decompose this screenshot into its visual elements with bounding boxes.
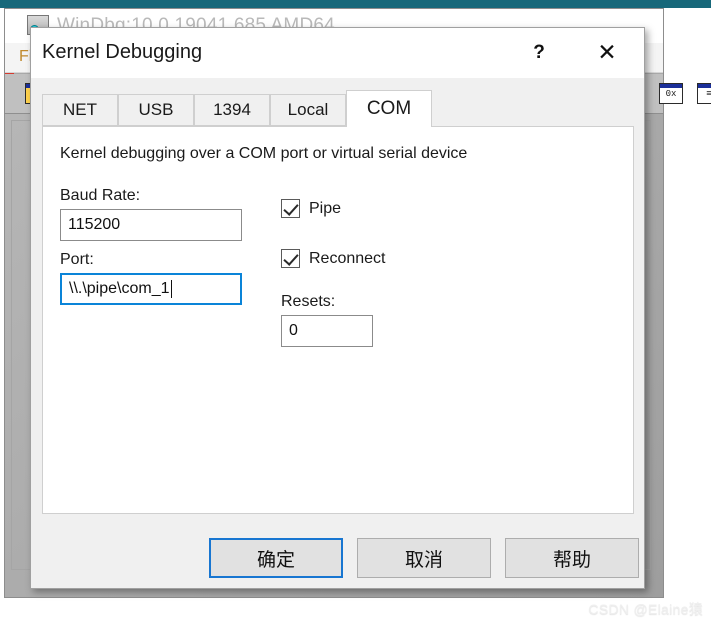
pipe-label: Pipe	[309, 199, 342, 217]
list-view-icon-glyph: ≡	[706, 89, 711, 99]
panel-description: Kernel debugging over a COM port or virt…	[60, 145, 468, 162]
baud-rate-value: 115200	[68, 216, 121, 233]
hex-view-icon[interactable]: 0x	[659, 83, 683, 104]
dialog-titlebar: Kernel Debugging ? ✕	[31, 28, 644, 78]
tab-1394[interactable]: 1394	[194, 94, 270, 126]
dialog-title: Kernel Debugging	[42, 41, 203, 63]
help-button[interactable]: 帮助	[505, 538, 639, 578]
watermark: CSDN @Elaine猿	[588, 601, 703, 617]
port-input[interactable]: \\.\pipe\com_1	[60, 273, 242, 305]
hex-view-icon-glyph: 0x	[665, 89, 677, 99]
port-value: \\.\pipe\com_1	[69, 280, 170, 297]
reconnect-label: Reconnect	[309, 249, 386, 267]
com-tab-panel: Kernel debugging over a COM port or virt…	[42, 126, 634, 514]
baud-rate-input[interactable]: 115200	[60, 209, 242, 241]
resets-label: Resets:	[281, 293, 336, 310]
help-icon[interactable]: ?	[516, 28, 562, 77]
tab-net[interactable]: NET	[42, 94, 118, 126]
kernel-debugging-dialog: Kernel Debugging ? ✕ NET USB 1394 Local …	[30, 27, 645, 589]
baud-rate-label: Baud Rate:	[60, 187, 141, 204]
desktop-accent-strip	[0, 0, 711, 8]
tab-com[interactable]: COM	[346, 90, 432, 127]
cancel-button[interactable]: 取消	[357, 538, 491, 578]
pipe-checkbox[interactable]	[281, 199, 300, 218]
tab-local[interactable]: Local	[270, 94, 346, 126]
port-label: Port:	[60, 251, 94, 268]
close-icon[interactable]: ✕	[584, 28, 630, 77]
reconnect-checkbox-row[interactable]: Reconnect	[281, 249, 386, 268]
ok-button[interactable]: 确定	[209, 538, 343, 578]
screen: WinDbg:10.0.19041.685 AMD64 Fi B 0x ≡ Ke…	[0, 0, 711, 625]
pipe-checkbox-row[interactable]: Pipe	[281, 199, 341, 218]
dialog-tabstrip[interactable]: NET USB 1394 Local COM	[42, 90, 634, 127]
resets-input[interactable]: 0	[281, 315, 373, 347]
tab-usb[interactable]: USB	[118, 94, 194, 126]
resets-value: 0	[289, 322, 298, 339]
list-view-icon[interactable]: ≡	[697, 83, 711, 104]
text-caret	[170, 280, 172, 298]
reconnect-checkbox[interactable]	[281, 249, 300, 268]
